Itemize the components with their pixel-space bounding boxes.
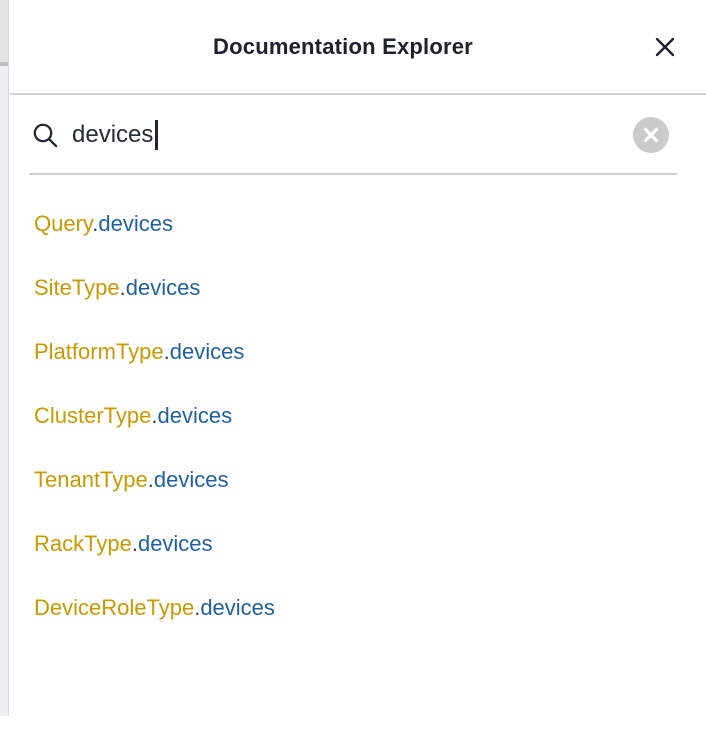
search-result-item[interactable]: SiteType.devices	[34, 274, 200, 302]
search-underline	[29, 173, 677, 175]
text-caret	[155, 120, 158, 150]
field-name: devices	[138, 531, 213, 556]
field-name: devices	[126, 275, 201, 300]
type-name: DeviceRoleType	[34, 595, 194, 620]
search-input[interactable]: devices	[72, 95, 633, 175]
documentation-explorer-panel: Documentation Explorer devices Query.de	[10, 0, 706, 730]
search-result-item[interactable]: DeviceRoleType.devices	[34, 594, 275, 622]
close-icon	[650, 32, 680, 62]
field-name: devices	[200, 595, 275, 620]
close-button[interactable]	[650, 32, 680, 62]
search-result-item[interactable]: RackType.devices	[34, 530, 213, 558]
page-title: Documentation Explorer	[36, 34, 650, 60]
field-name: devices	[154, 467, 229, 492]
type-name: ClusterType	[34, 403, 151, 428]
clear-search-button[interactable]	[633, 117, 669, 153]
search-result-item[interactable]: TenantType.devices	[34, 466, 228, 494]
background-pane-edge	[0, 0, 9, 716]
pane-edge-bottom	[0, 66, 8, 716]
type-name: SiteType	[34, 275, 120, 300]
field-name: devices	[98, 211, 173, 236]
type-name: TenantType	[34, 467, 148, 492]
field-name: devices	[158, 403, 233, 428]
search-icon	[32, 122, 59, 149]
search-result-item[interactable]: ClusterType.devices	[34, 402, 232, 430]
search-result-item[interactable]: Query.devices	[34, 210, 173, 238]
search-input-value: devices	[72, 121, 153, 149]
field-name: devices	[170, 339, 245, 364]
type-name: RackType	[34, 531, 132, 556]
search-result-item[interactable]: PlatformType.devices	[34, 338, 244, 366]
type-name: PlatformType	[34, 339, 164, 364]
search-results-list: Query.devices SiteType.devices PlatformT…	[10, 175, 706, 622]
type-name: Query	[34, 211, 92, 236]
pane-edge-top	[0, 0, 8, 62]
x-circle-icon	[642, 126, 660, 144]
search-bar: devices	[10, 95, 706, 175]
doc-explorer-header: Documentation Explorer	[10, 0, 706, 95]
